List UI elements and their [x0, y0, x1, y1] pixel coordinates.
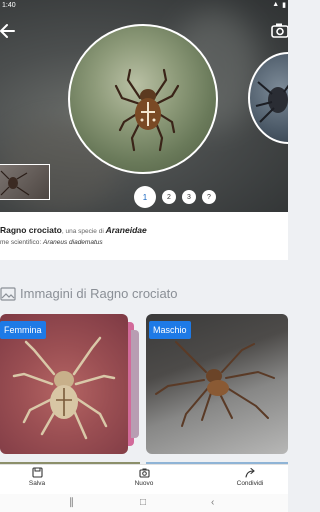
- battery-icon: ▮: [282, 2, 286, 9]
- card-stack-edge: [131, 330, 139, 438]
- system-back-icon[interactable]: ‹: [211, 497, 214, 508]
- image-gallery-icon: [0, 286, 16, 301]
- share-label: Condividi: [236, 480, 264, 487]
- gender-badge: Maschio: [149, 321, 191, 339]
- gallery-title: Immagini di Ragno crociato: [20, 286, 178, 301]
- share-button[interactable]: Condividi: [220, 467, 280, 487]
- save-label: Salva: [28, 480, 46, 487]
- share-icon: [244, 467, 255, 478]
- back-button[interactable]: [0, 20, 20, 42]
- species-info: Ragno crociato, una specie di Araneidae …: [0, 212, 288, 260]
- pager-dot[interactable]: 3: [182, 190, 196, 204]
- family-link[interactable]: Araneidae: [106, 225, 147, 235]
- camera-button[interactable]: [270, 20, 288, 40]
- spider-image: [114, 68, 180, 152]
- pager-dot[interactable]: 1: [134, 186, 156, 208]
- status-time: 1:40: [2, 2, 16, 9]
- camera-icon: [138, 468, 150, 478]
- gallery-card-male[interactable]: Maschio: [146, 314, 288, 454]
- recent-apps-icon[interactable]: ∥: [69, 497, 74, 508]
- scientific-label: me scientifico:: [0, 239, 43, 246]
- home-icon[interactable]: □: [140, 497, 146, 508]
- scientific-name: Araneus diadematus: [43, 239, 103, 246]
- species-title: Ragno crociato, una specie di Araneidae: [0, 225, 147, 235]
- arrow-left-icon: [0, 24, 15, 38]
- photo-pager: 1 2 3 ?: [134, 186, 216, 208]
- common-name: Ragno crociato: [0, 225, 62, 235]
- scientific-name-row: me scientifico: Araneus diadematus: [0, 239, 103, 246]
- save-button[interactable]: Salva: [7, 467, 67, 487]
- new-button[interactable]: Nuovo: [114, 467, 174, 487]
- gender-badge: Femmina: [0, 321, 46, 339]
- pager-dot[interactable]: ?: [202, 190, 216, 204]
- pager-dot[interactable]: 2: [162, 190, 176, 204]
- gallery-section-title: Immagini di Ragno crociato: [0, 286, 178, 301]
- main-species-photo[interactable]: [68, 24, 218, 174]
- bottom-navigation: Salva Nuovo Condividi: [0, 464, 288, 495]
- signal-icon: ▲: [272, 1, 280, 8]
- spider-image: [0, 170, 30, 196]
- new-label: Nuovo: [134, 480, 154, 487]
- gallery-card-female[interactable]: Femmina: [0, 314, 128, 454]
- status-bar: 1:40 ▲ ▮: [0, 0, 288, 12]
- camera-icon: [271, 23, 288, 38]
- hero-photo-area: 1:40 ▲ ▮ 1 2 3 ?: [0, 0, 288, 212]
- system-navigation-bar: ∥ □ ‹: [0, 494, 288, 512]
- status-icons: ▲ ▮: [272, 1, 286, 9]
- species-of-text: , una specie di: [61, 228, 106, 235]
- save-icon: [31, 467, 43, 478]
- previous-photo-thumbnail[interactable]: [0, 164, 50, 200]
